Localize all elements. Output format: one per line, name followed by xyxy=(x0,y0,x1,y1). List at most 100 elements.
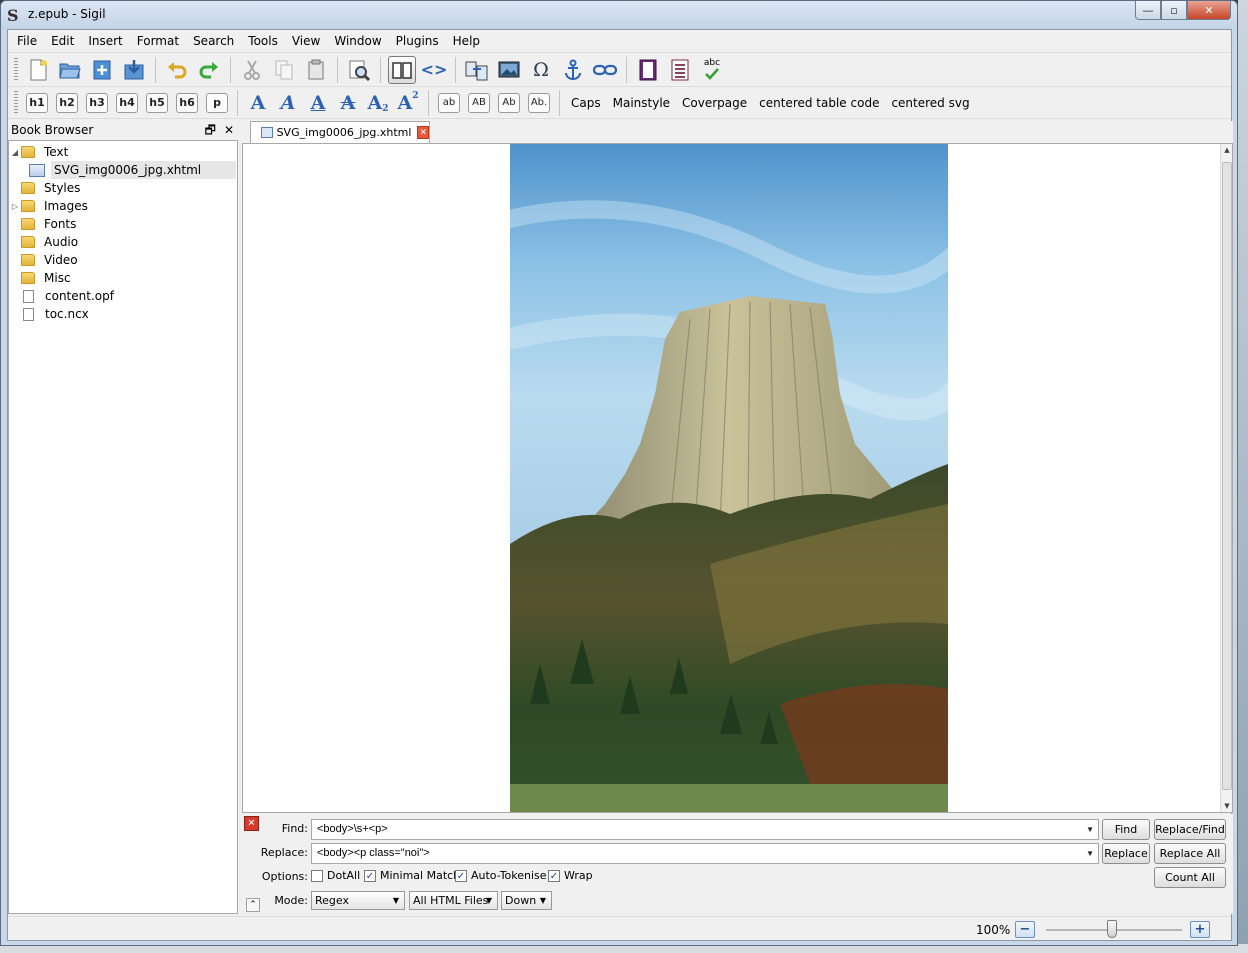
tab-svg-img0006[interactable]: SVG_img0006_jpg.xhtml ✕ xyxy=(250,121,430,143)
title-bar[interactable]: S z.epub - Sigil — ▫ ✕ xyxy=(1,1,1237,29)
maximize-button[interactable]: ▫ xyxy=(1161,1,1187,20)
book-view-icon[interactable] xyxy=(388,55,416,84)
toc-icon[interactable] xyxy=(666,56,694,84)
new-file-icon[interactable] xyxy=(24,56,52,84)
scope-select[interactable]: All HTML Files ▼ xyxy=(409,891,498,910)
menu-format[interactable]: Format xyxy=(130,30,186,52)
preview-icon[interactable] xyxy=(345,56,373,84)
superscript-icon[interactable]: A2 xyxy=(395,91,421,115)
menu-plugins[interactable]: Plugins xyxy=(389,30,446,52)
insert-special-char-icon[interactable]: Ω xyxy=(527,56,555,84)
copy-icon[interactable] xyxy=(270,56,298,84)
open-folder-icon[interactable] xyxy=(56,56,84,84)
menu-edit[interactable]: Edit xyxy=(44,30,81,52)
checkbox-box[interactable]: ✓ xyxy=(455,869,467,882)
toolbar-grip[interactable] xyxy=(14,90,18,115)
replace-all-button[interactable]: Replace All xyxy=(1154,843,1226,864)
clip-caps[interactable]: Caps xyxy=(571,96,601,110)
count-all-button[interactable]: Count All xyxy=(1154,867,1226,888)
bold-icon[interactable]: A xyxy=(245,91,271,115)
insert-image-icon[interactable] xyxy=(495,56,523,84)
clip-centered-table-code[interactable]: centered table code xyxy=(759,96,879,110)
replace-history-chevron-icon[interactable]: ▼ xyxy=(1086,844,1094,863)
subscript-icon[interactable]: A2 xyxy=(365,91,391,115)
insert-anchor-icon[interactable] xyxy=(559,56,587,84)
find-history-chevron-icon[interactable]: ▼ xyxy=(1086,820,1094,839)
book-browser-tree[interactable]: ◢ Text SVG_img0006_jpg.xhtml Styles ▷ Im… xyxy=(8,140,238,914)
checkbox-box[interactable] xyxy=(311,869,323,882)
tree-item-toc-ncx[interactable]: toc.ncx xyxy=(9,305,237,323)
strikethrough-icon[interactable]: A xyxy=(335,91,361,115)
uppercase-button[interactable]: AB xyxy=(468,92,490,113)
toolbar-grip[interactable] xyxy=(14,57,18,82)
lowercase-button[interactable]: ab xyxy=(438,92,460,113)
collapsed-arrow-icon[interactable]: ▷ xyxy=(9,202,21,211)
heading-h3-button[interactable]: h3 xyxy=(86,92,108,113)
tree-item-images[interactable]: ▷ Images xyxy=(9,197,237,215)
menu-search[interactable]: Search xyxy=(186,30,241,52)
menu-view[interactable]: View xyxy=(285,30,327,52)
italic-icon[interactable]: A xyxy=(275,91,301,115)
find-button[interactable]: Find xyxy=(1102,819,1150,840)
titlecase-button[interactable]: Ab xyxy=(498,92,520,113)
underline-icon[interactable]: A xyxy=(305,91,331,115)
insert-link-icon[interactable] xyxy=(591,56,619,84)
tree-item-text[interactable]: ◢ Text xyxy=(9,143,237,161)
paragraph-button[interactable]: p xyxy=(206,92,228,113)
close-panel-icon[interactable]: ✕ xyxy=(224,121,234,139)
paste-icon[interactable] xyxy=(302,56,330,84)
spellcheck-icon[interactable]: abc xyxy=(698,56,726,84)
heading-h1-button[interactable]: h1 xyxy=(26,92,48,113)
zoom-out-button[interactable]: − xyxy=(1015,921,1035,938)
menu-insert[interactable]: Insert xyxy=(81,30,129,52)
menu-tools[interactable]: Tools xyxy=(241,30,285,52)
cut-icon[interactable] xyxy=(238,56,266,84)
heading-h6-button[interactable]: h6 xyxy=(176,92,198,113)
tree-item-audio[interactable]: Audio xyxy=(9,233,237,251)
save-icon[interactable] xyxy=(120,56,148,84)
auto-tokenise-checkbox[interactable]: ✓ Auto-Tokenise xyxy=(455,869,547,882)
checkbox-box[interactable]: ✓ xyxy=(364,869,376,882)
tree-item-content-opf[interactable]: content.opf xyxy=(9,287,237,305)
heading-h4-button[interactable]: h4 xyxy=(116,92,138,113)
code-view-icon[interactable]: <> xyxy=(420,56,448,84)
add-file-icon[interactable] xyxy=(88,56,116,84)
expanded-arrow-icon[interactable]: ◢ xyxy=(9,148,21,157)
close-window-button[interactable]: ✕ xyxy=(1187,1,1231,20)
minimal-match-checkbox[interactable]: ✓ Minimal Match xyxy=(364,869,460,882)
clip-coverpage[interactable]: Coverpage xyxy=(682,96,747,110)
mode-select[interactable]: Regex ▼ xyxy=(311,891,405,910)
float-panel-icon[interactable]: 🗗 xyxy=(205,121,216,139)
heading-h5-button[interactable]: h5 xyxy=(146,92,168,113)
tree-item-video[interactable]: Video xyxy=(9,251,237,269)
sentencecase-button[interactable]: Ab. xyxy=(528,92,550,113)
heading-h2-button[interactable]: h2 xyxy=(56,92,78,113)
menu-window[interactable]: Window xyxy=(327,30,388,52)
preview-scrollbar[interactable]: ▲ ▼ xyxy=(1220,144,1232,812)
scroll-up-icon[interactable]: ▲ xyxy=(1221,146,1233,154)
tree-item-misc[interactable]: Misc xyxy=(9,269,237,287)
find-input[interactable]: <body>\s+<p> ▼ xyxy=(311,819,1099,840)
split-icon[interactable] xyxy=(463,56,491,84)
wrap-checkbox[interactable]: ✓ Wrap xyxy=(548,869,593,882)
minimize-button[interactable]: — xyxy=(1135,1,1161,20)
tree-item-xhtml-file[interactable]: SVG_img0006_jpg.xhtml xyxy=(9,161,237,179)
expand-panel-icon[interactable]: ⌃ xyxy=(246,898,260,912)
clip-mainstyle[interactable]: Mainstyle xyxy=(613,96,670,110)
undo-icon[interactable] xyxy=(163,56,191,84)
metadata-icon[interactable] xyxy=(634,56,662,84)
checkbox-box[interactable]: ✓ xyxy=(548,869,560,882)
zoom-slider-thumb[interactable] xyxy=(1107,920,1117,938)
menu-help[interactable]: Help xyxy=(446,30,487,52)
replace-input[interactable]: <body><p class="noi"> ▼ xyxy=(311,843,1099,864)
direction-select[interactable]: Down ▼ xyxy=(501,891,552,910)
scrollbar-thumb[interactable] xyxy=(1222,162,1232,790)
book-view-preview[interactable]: ▲ ▼ xyxy=(242,143,1233,813)
replace-find-button[interactable]: Replace/Find xyxy=(1154,819,1226,840)
scroll-down-icon[interactable]: ▼ xyxy=(1221,802,1233,810)
replace-button[interactable]: Replace xyxy=(1102,843,1150,864)
dotall-checkbox[interactable]: DotAll xyxy=(311,869,360,882)
menu-file[interactable]: File xyxy=(10,30,44,52)
clip-centered-svg[interactable]: centered svg xyxy=(891,96,969,110)
zoom-in-button[interactable]: + xyxy=(1190,921,1210,938)
